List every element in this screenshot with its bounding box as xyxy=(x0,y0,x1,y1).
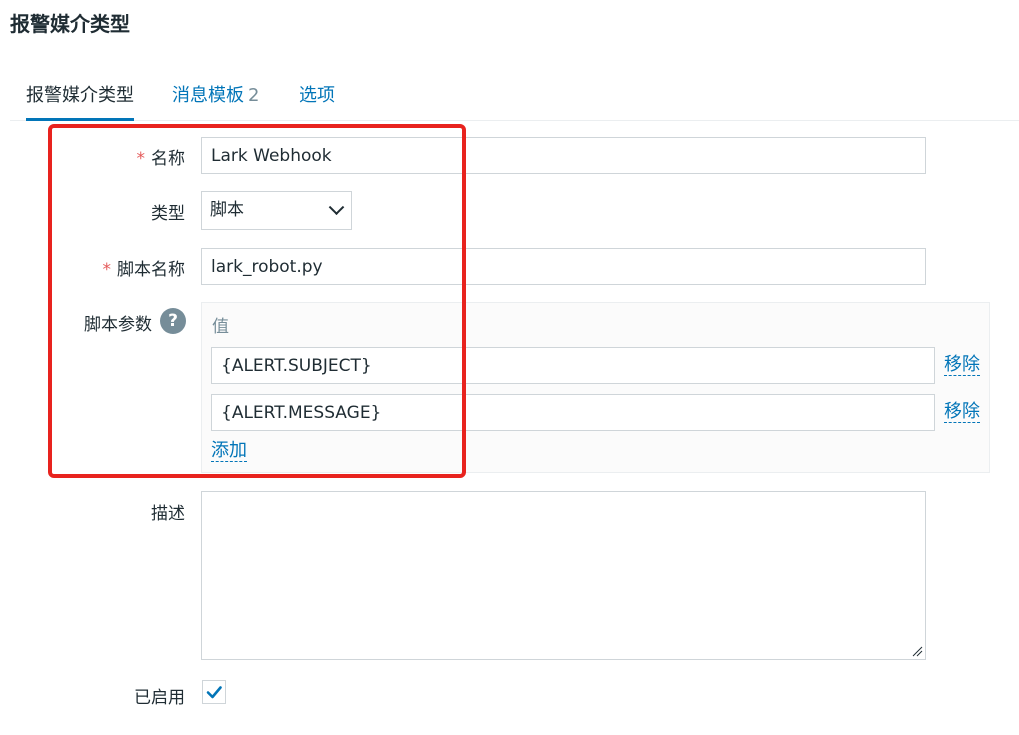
script-params-label: 脚本参数 xyxy=(84,315,152,335)
chevron-down-icon xyxy=(328,199,345,216)
script-param-input[interactable] xyxy=(211,394,935,431)
type-select-value: 脚本 xyxy=(210,200,244,220)
tab-message-templates-count: 2 xyxy=(248,85,260,106)
description-label: 描述 xyxy=(151,504,185,524)
tab-media-type-label: 报警媒介类型 xyxy=(26,85,134,106)
tab-message-templates-label: 消息模板 xyxy=(172,85,244,106)
script-params-table: 值 移除 移除 添加 xyxy=(201,302,990,473)
value-column-header: 值 xyxy=(212,317,229,337)
tab-options-label: 选项 xyxy=(299,85,335,106)
required-marker: * xyxy=(136,149,146,169)
tab-media-type[interactable]: 报警媒介类型 xyxy=(26,84,134,121)
script-param-input[interactable] xyxy=(211,347,935,384)
script-name-label-text: 脚本名称 xyxy=(117,260,185,280)
checkmark-icon xyxy=(206,686,222,699)
script-name-input[interactable] xyxy=(201,248,926,285)
remove-param-link[interactable]: 移除 xyxy=(944,402,980,423)
enabled-label: 已启用 xyxy=(134,688,185,708)
enabled-checkbox[interactable] xyxy=(202,680,226,704)
name-label-text: 名称 xyxy=(151,149,185,169)
page-title: 报警媒介类型 xyxy=(10,12,130,36)
add-param-link[interactable]: 添加 xyxy=(211,441,247,462)
description-textarea[interactable] xyxy=(201,491,926,660)
tab-message-templates[interactable]: 消息模板 2 xyxy=(172,84,259,118)
resize-handle-icon[interactable] xyxy=(911,645,923,657)
type-select[interactable]: 脚本 xyxy=(201,191,352,230)
tab-bar: 报警媒介类型 消息模板 2 选项 xyxy=(10,80,1019,121)
help-icon[interactable]: ? xyxy=(160,308,186,334)
required-marker: * xyxy=(102,260,112,280)
tab-options[interactable]: 选项 xyxy=(299,84,335,118)
script-name-label: * 脚本名称 xyxy=(5,255,186,280)
name-input[interactable] xyxy=(201,137,926,174)
type-label: 类型 xyxy=(151,204,185,224)
name-label: * 名称 xyxy=(5,144,186,169)
remove-param-link[interactable]: 移除 xyxy=(944,355,980,376)
